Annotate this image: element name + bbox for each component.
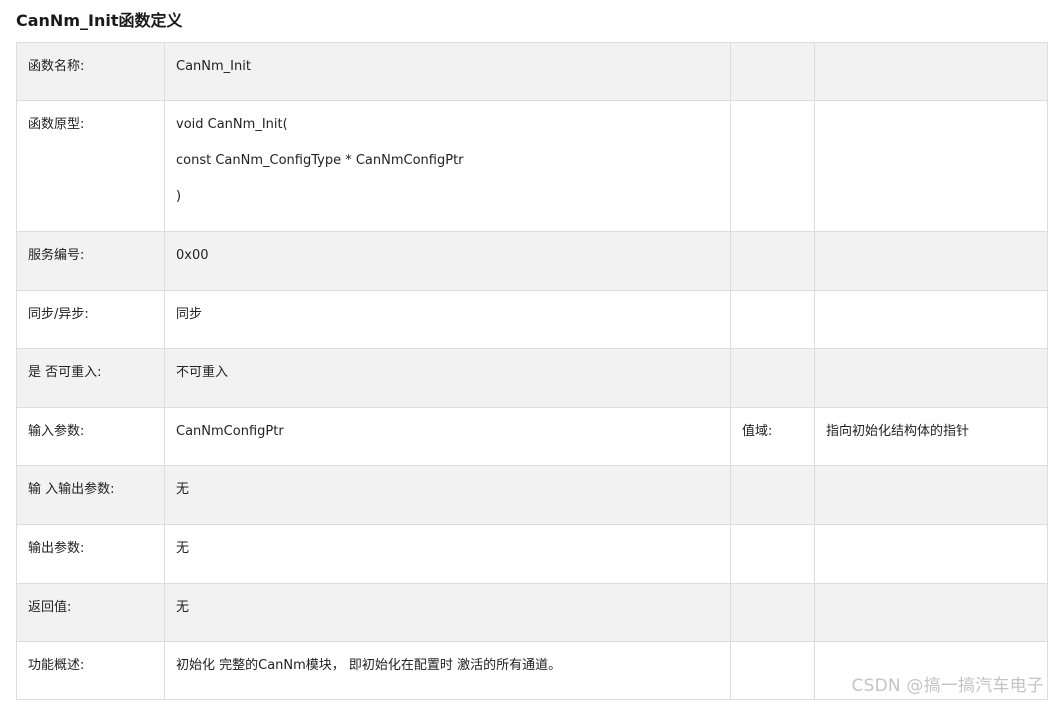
row-extra-label xyxy=(742,102,803,116)
row-label-cell: 同步/异步: xyxy=(16,290,165,349)
row-extra-label xyxy=(742,233,803,247)
row-value-cell: 初始化 完整的CanNm模块， 即初始化在配置时 激活的所有通道。 xyxy=(164,641,731,700)
row-extra-value-cell xyxy=(814,465,1048,525)
row-value-cell: 同步 xyxy=(164,290,731,349)
page-title: CanNm_Init函数定义 xyxy=(16,11,183,30)
value-range-description: 指向初始化结构体的指针 xyxy=(826,424,970,439)
row-extra-label xyxy=(742,350,803,364)
row-extra-value-cell xyxy=(814,42,1048,101)
row-label-cell: 服务编号: xyxy=(16,231,165,291)
csdn-watermark: CSDN @搞一搞汽车电子 xyxy=(851,676,1044,696)
table-row: 服务编号: 0x00 xyxy=(16,231,1048,291)
row-extra-label-cell xyxy=(730,348,815,408)
row-label: 函数原型: xyxy=(28,117,85,132)
row-value: 无 xyxy=(176,482,190,497)
row-label-cell: 功能概述: xyxy=(16,641,165,700)
row-extra-value-cell xyxy=(814,231,1048,291)
table-row: 输入参数: CanNmConfigPtr 值域: 指向初始化结构体的指针 xyxy=(16,407,1048,466)
row-label-cell: 函数名称: xyxy=(16,42,165,101)
row-extra-label-cell xyxy=(730,42,815,101)
row-extra-value xyxy=(826,350,1036,364)
row-extra-label xyxy=(742,44,803,58)
table-row: 输 入输出参数: 无 xyxy=(16,465,1048,525)
prototype-line: const CanNm_ConfigType * CanNmConfigPtr xyxy=(176,153,464,168)
row-value: 初始化 完整的CanNm模块， 即初始化在配置时 激活的所有通道。 xyxy=(176,658,562,673)
row-extra-label-cell xyxy=(730,231,815,291)
prototype-line: ) xyxy=(176,189,182,204)
row-value: CanNmConfigPtr xyxy=(176,424,284,439)
prototype-line: void CanNm_Init( xyxy=(176,117,288,132)
row-label: 函数名称: xyxy=(28,59,85,74)
row-value-cell: CanNmConfigPtr xyxy=(164,407,731,466)
row-label: 是 否可重入: xyxy=(28,365,102,380)
table-row: 函数名称: CanNm_Init xyxy=(16,42,1048,101)
row-value-cell: 无 xyxy=(164,524,731,584)
row-label-cell: 输 入输出参数: xyxy=(16,465,165,525)
row-value: 不可重入 xyxy=(176,365,229,380)
row-value-cell: 无 xyxy=(164,465,731,525)
row-extra-label xyxy=(742,643,803,657)
row-extra-value xyxy=(826,292,1036,306)
row-extra-value xyxy=(826,44,1036,58)
row-extra-value-cell xyxy=(814,100,1048,232)
row-extra-label-cell xyxy=(730,290,815,349)
row-label: 返回值: xyxy=(28,600,72,615)
row-label-cell: 输出参数: xyxy=(16,524,165,584)
table-row: 是 否可重入: 不可重入 xyxy=(16,348,1048,408)
row-value: 无 xyxy=(176,541,190,556)
row-extra-label xyxy=(742,292,803,306)
row-extra-label-cell xyxy=(730,583,815,642)
row-extra-value xyxy=(826,526,1036,540)
row-label: 输 入输出参数: xyxy=(28,482,115,497)
row-extra-label-cell xyxy=(730,465,815,525)
row-label: 功能概述: xyxy=(28,658,85,673)
row-value: 无 xyxy=(176,600,190,615)
row-extra-label-cell: 值域: xyxy=(730,407,815,466)
row-value-cell: 0x00 xyxy=(164,231,731,291)
prototype-block: void CanNm_Init( const CanNm_ConfigType … xyxy=(176,102,719,208)
row-extra-value-cell: 指向初始化结构体的指针 xyxy=(814,407,1048,466)
row-label-cell: 是 否可重入: xyxy=(16,348,165,408)
row-extra-value-cell xyxy=(814,348,1048,408)
row-label: 服务编号: xyxy=(28,248,85,263)
row-extra-label-cell xyxy=(730,100,815,232)
row-extra-value xyxy=(826,585,1036,599)
row-extra-value xyxy=(826,102,1036,116)
row-extra-label-cell xyxy=(730,524,815,584)
row-extra-value-cell xyxy=(814,290,1048,349)
row-value-cell: 无 xyxy=(164,583,731,642)
row-extra-label xyxy=(742,585,803,599)
row-value-cell: void CanNm_Init( const CanNm_ConfigType … xyxy=(164,100,731,232)
row-value: 0x00 xyxy=(176,248,209,263)
row-value: 同步 xyxy=(176,307,203,322)
row-extra-value xyxy=(826,233,1036,247)
row-value-cell: 不可重入 xyxy=(164,348,731,408)
table-row: 同步/异步: 同步 xyxy=(16,290,1048,349)
function-spec-table: 函数名称: CanNm_Init 函数原型: void CanNm_Init( … xyxy=(16,42,1048,700)
row-label-cell: 返回值: xyxy=(16,583,165,642)
value-range-label: 值域: xyxy=(742,424,773,439)
row-value-cell: CanNm_Init xyxy=(164,42,731,101)
table-row: 返回值: 无 xyxy=(16,583,1048,642)
row-extra-value-cell xyxy=(814,583,1048,642)
row-label: 同步/异步: xyxy=(28,307,89,322)
row-label-cell: 输入参数: xyxy=(16,407,165,466)
table-row: 函数原型: void CanNm_Init( const CanNm_Confi… xyxy=(16,100,1048,232)
table-row: 输出参数: 无 xyxy=(16,524,1048,584)
row-extra-value xyxy=(826,643,1036,657)
row-value: CanNm_Init xyxy=(176,59,251,74)
row-label: 输入参数: xyxy=(28,424,85,439)
row-extra-value-cell xyxy=(814,524,1048,584)
row-label-cell: 函数原型: xyxy=(16,100,165,232)
row-extra-label-cell xyxy=(730,641,815,700)
row-extra-label xyxy=(742,467,803,481)
row-extra-value xyxy=(826,467,1036,481)
row-extra-label xyxy=(742,526,803,540)
row-label: 输出参数: xyxy=(28,541,85,556)
